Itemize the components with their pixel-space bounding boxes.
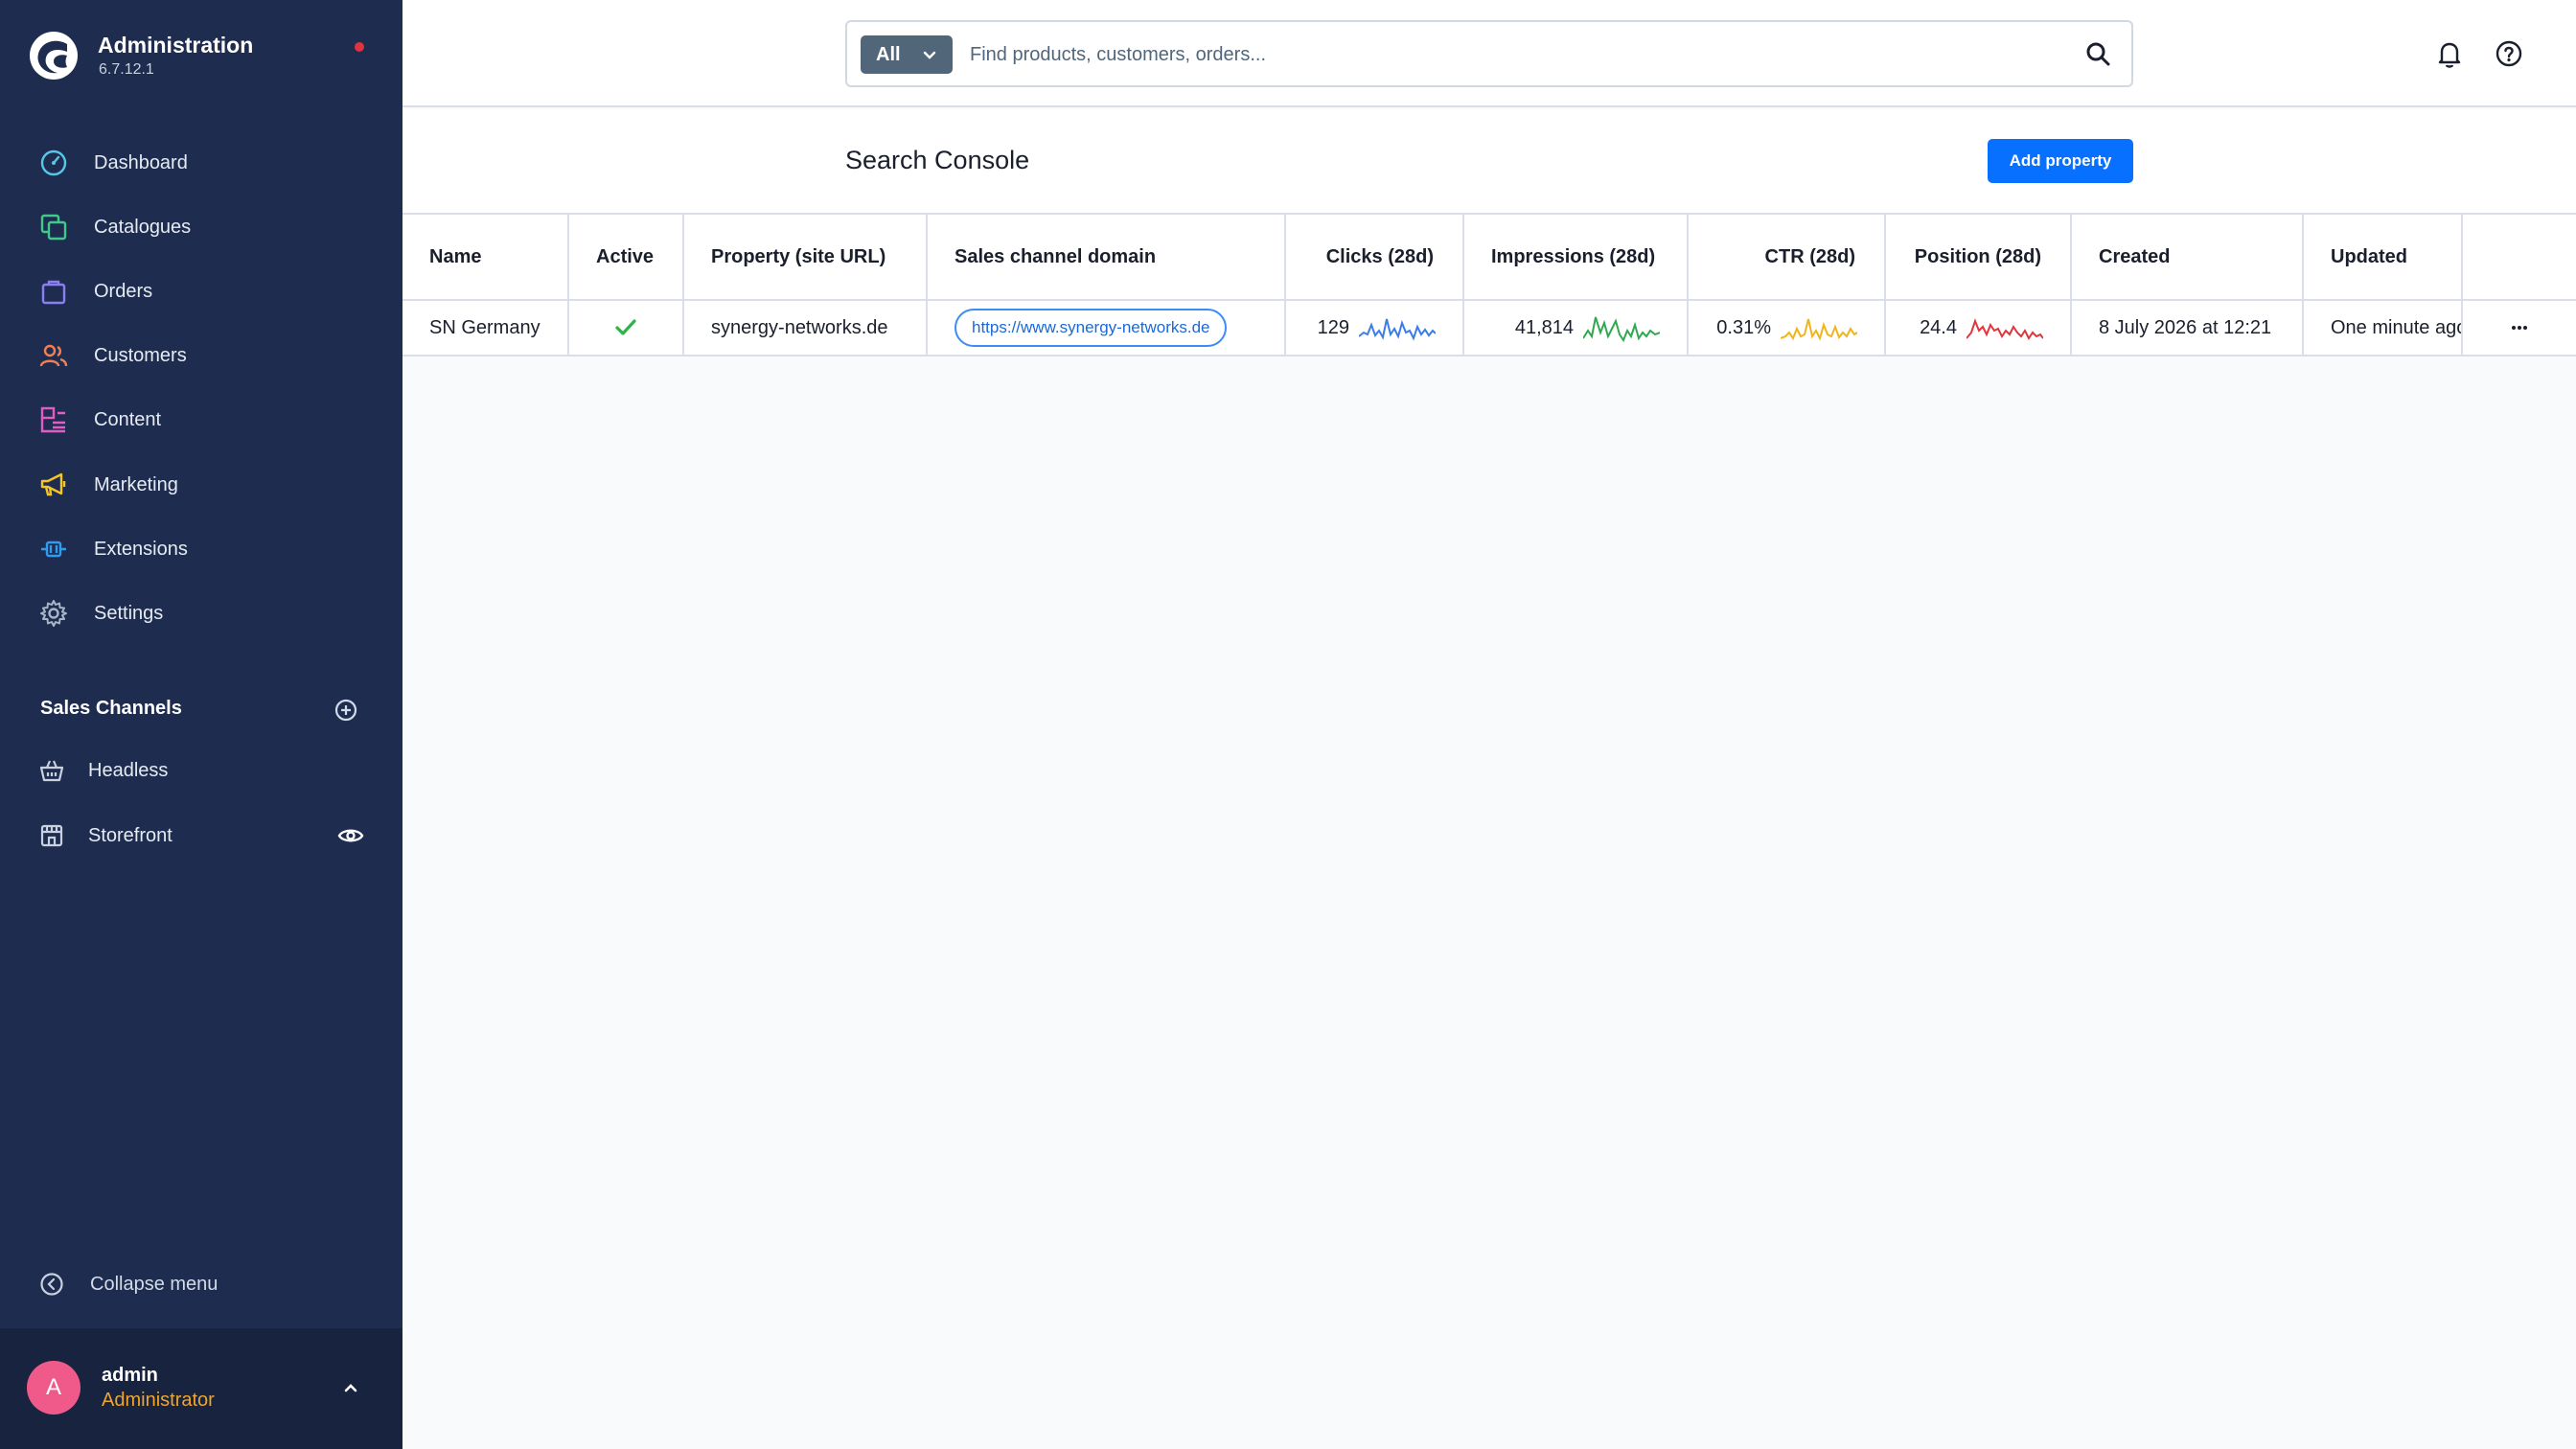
cell-clicks: 129 (1286, 301, 1464, 355)
gear-icon (38, 598, 69, 629)
cell-domain: https://www.synergy-networks.de (928, 301, 1286, 355)
more-options-icon[interactable] (2505, 313, 2534, 342)
column-header-domain[interactable]: Sales channel domain (928, 215, 1286, 299)
nav-item-label: Settings (94, 602, 164, 624)
column-header-position[interactable]: Position (28d) (1886, 215, 2072, 299)
cell-updated: One minute ago (2304, 301, 2463, 355)
content-list-icon (38, 404, 69, 435)
gauge-icon (38, 148, 69, 178)
table-row[interactable]: SN Germany synergy-networks.de https://w… (402, 301, 2576, 356)
users-icon (38, 340, 69, 371)
impressions-sparkline (1583, 316, 1660, 343)
nav-item-label: Extensions (94, 538, 188, 560)
cell-created: 8 July 2026 at 12:21 (2072, 301, 2304, 355)
properties-table: Name Active Property (site URL) Sales ch… (402, 215, 2576, 356)
cell-active (569, 301, 684, 355)
brand: Administration 6.7.12.1 (29, 29, 383, 86)
nav-item-dashboard[interactable]: Dashboard (38, 140, 383, 186)
page-header: Search Console Add property (402, 109, 2576, 215)
chevron-left-circle-icon (38, 1271, 65, 1298)
brand-title: Administration (98, 33, 254, 58)
search-scope-label: All (876, 43, 901, 65)
table-header-row: Name Active Property (site URL) Sales ch… (402, 215, 2576, 301)
ctr-sparkline (1781, 318, 1857, 341)
cell-impressions: 41,814 (1464, 301, 1689, 355)
column-header-updated[interactable]: Updated (2304, 215, 2463, 299)
cell-actions (2463, 301, 2576, 355)
metric-clicks: 129 (1286, 311, 1436, 344)
bell-icon[interactable] (2430, 34, 2469, 73)
topbar: All (402, 0, 2576, 107)
sales-channel-label: Storefront (88, 824, 172, 846)
clicks-value: 129 (1317, 316, 1349, 338)
user-menu[interactable]: A admin Administrator (0, 1328, 402, 1449)
metric-position: 24.4 (1886, 311, 2043, 344)
storefront-icon (38, 822, 65, 849)
sales-channel-headless[interactable]: Headless (38, 748, 374, 794)
clicks-sparkline (1359, 318, 1436, 341)
column-header-clicks[interactable]: Clicks (28d) (1286, 215, 1464, 299)
nav-item-customers[interactable]: Customers (38, 333, 383, 379)
metric-impressions: 41,814 (1464, 311, 1660, 344)
column-header-ctr[interactable]: CTR (28d) (1689, 215, 1886, 299)
nav-item-label: Catalogues (94, 216, 192, 238)
column-header-created[interactable]: Created (2072, 215, 2304, 299)
impressions-value: 41,814 (1514, 316, 1574, 338)
add-property-button[interactable]: Add property (1988, 139, 2133, 183)
column-header-property[interactable]: Property (site URL) (684, 215, 928, 299)
avatar: A (27, 1361, 80, 1414)
add-sales-channel-icon[interactable] (334, 698, 358, 723)
notification-dot (355, 42, 364, 52)
nav-item-catalogues[interactable]: Catalogues (38, 204, 383, 250)
domain-link[interactable]: https://www.synergy-networks.de (954, 309, 1228, 347)
nav-item-settings[interactable]: Settings (38, 590, 383, 636)
column-header-name[interactable]: Name (402, 215, 569, 299)
nav-item-content[interactable]: Content (38, 397, 383, 443)
shopping-bag-icon (38, 276, 69, 307)
basket-icon (38, 757, 65, 784)
search-scope-dropdown[interactable]: All (861, 35, 953, 74)
column-header-impressions[interactable]: Impressions (28d) (1464, 215, 1689, 299)
global-search: All (845, 20, 2133, 87)
chevron-up-icon[interactable] (337, 1374, 364, 1401)
check-icon (615, 319, 636, 335)
collapse-menu-button[interactable]: Collapse menu (38, 1263, 218, 1305)
position-value: 24.4 (1920, 316, 1957, 338)
sales-channel-storefront[interactable]: Storefront (38, 813, 374, 859)
user-role: Administrator (102, 1390, 215, 1411)
position-sparkline (1966, 318, 2043, 340)
megaphone-icon (38, 470, 69, 500)
nav-item-label: Marketing (94, 473, 178, 495)
nav-item-extensions[interactable]: Extensions (38, 526, 383, 572)
cell-ctr: 0.31% (1689, 301, 1886, 355)
chevron-down-icon (923, 51, 936, 59)
collapse-menu-label: Collapse menu (90, 1273, 218, 1295)
search-icon[interactable] (2083, 39, 2114, 70)
catalogue-icon (38, 212, 69, 242)
nav-item-label: Orders (94, 280, 153, 302)
eye-icon[interactable] (337, 822, 364, 849)
column-header-actions (2463, 215, 2576, 299)
cell-property: synergy-networks.de (684, 301, 928, 355)
cell-position: 24.4 (1886, 301, 2072, 355)
sales-channel-label: Headless (88, 759, 169, 781)
help-icon[interactable] (2490, 34, 2528, 73)
ctr-value: 0.31% (1716, 316, 1771, 338)
nav-item-label: Dashboard (94, 151, 188, 173)
nav-item-label: Customers (94, 344, 187, 366)
sales-channels-title: Sales Channels (40, 698, 182, 719)
search-input[interactable] (970, 32, 2053, 78)
shopware-logo-icon (30, 32, 78, 80)
nav-item-label: Content (94, 408, 162, 430)
column-header-active[interactable]: Active (569, 215, 684, 299)
cell-name: SN Germany (402, 301, 569, 355)
brand-version: 6.7.12.1 (99, 61, 154, 78)
sidebar: Administration 6.7.12.1 Dashboard Catalo… (0, 0, 402, 1449)
metric-ctr: 0.31% (1689, 311, 1857, 344)
nav-item-orders[interactable]: Orders (38, 268, 383, 314)
user-name: admin (102, 1365, 158, 1386)
page-title: Search Console (845, 146, 1030, 174)
plug-icon (38, 534, 69, 564)
nav-item-marketing[interactable]: Marketing (38, 462, 383, 508)
